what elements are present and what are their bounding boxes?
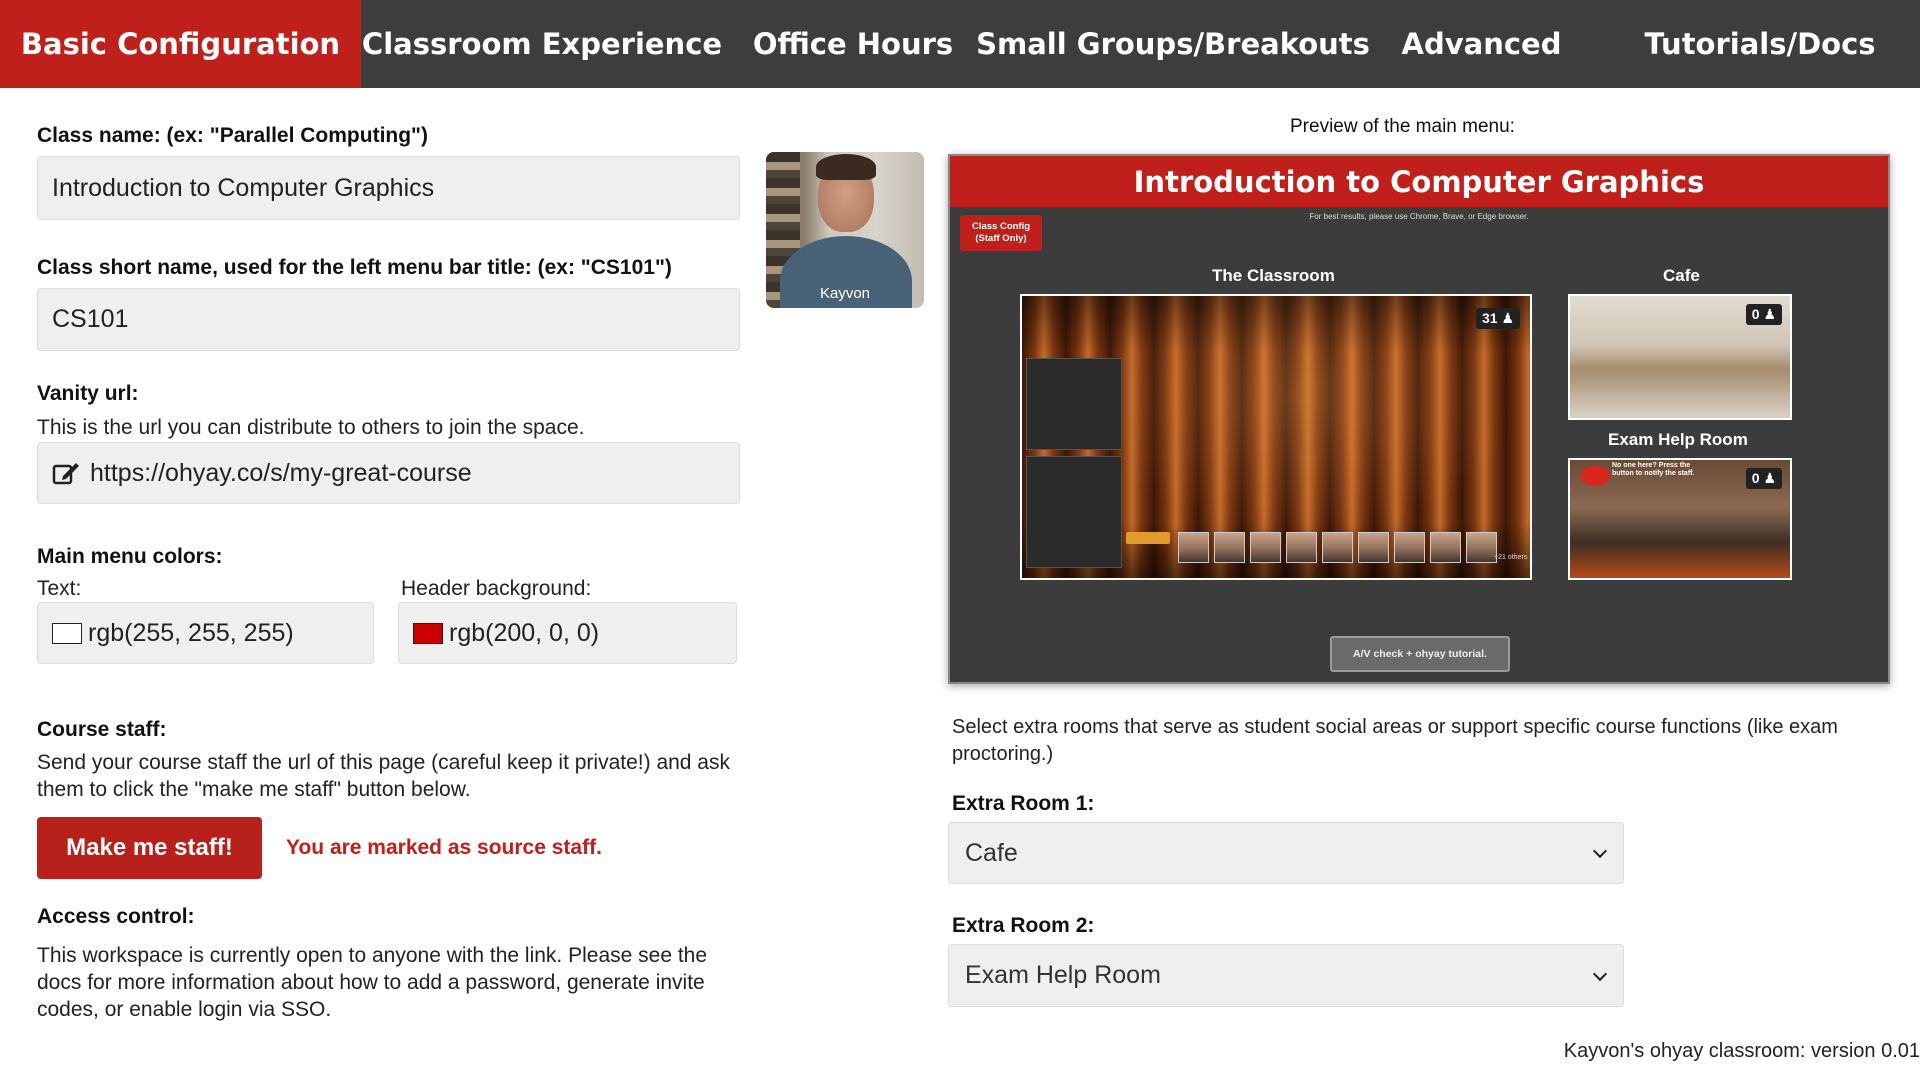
text-color-value: rgb(255, 255, 255)	[88, 618, 294, 647]
extra-room-1-label: Extra Room 1:	[952, 792, 1095, 815]
participant-thumb	[1466, 532, 1497, 563]
preview-exam-count: 0 ♟	[1745, 468, 1782, 489]
classroom-count-value: 31	[1481, 310, 1498, 326]
top-nav: Basic Configuration Classroom Experience…	[0, 0, 1920, 88]
vanity-url-label: Vanity url:	[37, 382, 139, 405]
course-staff-label: Course staff:	[37, 718, 167, 741]
extra-room-1-select[interactable]: Cafe	[948, 822, 1624, 884]
short-name-input[interactable]	[52, 305, 739, 334]
tab-classroom-experience[interactable]: Classroom Experience	[361, 0, 723, 88]
person-icon: ♟	[1763, 470, 1776, 486]
exam-count-value: 0	[1751, 470, 1760, 486]
person-icon: ♟	[1763, 306, 1776, 322]
preview-header: Introduction to Computer Graphics	[950, 156, 1888, 207]
hand-raise-chip	[1126, 532, 1170, 544]
extra-room-2-label: Extra Room 2:	[952, 914, 1095, 937]
cafe-count-value: 0	[1751, 306, 1760, 322]
preview-classroom-count: 31 ♟	[1475, 308, 1520, 329]
participant-thumb	[1322, 532, 1353, 563]
access-control-help: This workspace is currently open to anyo…	[37, 944, 708, 1021]
exam-room-note: No one here? Press the button to notify …	[1612, 462, 1695, 477]
vanity-url-field[interactable]	[37, 442, 740, 504]
preview-classroom: 31 ♟ +21 others	[1020, 294, 1532, 580]
make-me-staff-button[interactable]: Make me staff!	[37, 817, 262, 879]
preview-cafe-count: 0 ♟	[1745, 304, 1782, 325]
tab-advanced[interactable]: Advanced	[1363, 0, 1600, 88]
preview-exam-room: No one here? Press the button to notify …	[1568, 458, 1792, 580]
course-staff-help: Send your course staff the url of this p…	[37, 751, 730, 801]
chevron-down-icon	[1592, 843, 1608, 859]
webcam-video: Kayvon	[766, 152, 924, 308]
text-color-label: Text:	[37, 577, 82, 600]
vanity-url-help: This is the url you can distribute to ot…	[37, 416, 585, 439]
extra-rooms-help: Select extra rooms that serve as student…	[952, 716, 1838, 765]
preview-cafe: 0 ♟	[1568, 294, 1792, 420]
webcam-name: Kayvon	[819, 285, 871, 302]
extra-room-2-value: Exam Help Room	[965, 961, 1161, 989]
participant-thumb	[1250, 532, 1281, 563]
class-name-input[interactable]	[52, 173, 739, 203]
tab-tutorials-docs[interactable]: Tutorials/Docs	[1600, 0, 1920, 88]
participant-thumb	[1430, 532, 1461, 563]
call-button-icon	[1580, 466, 1610, 486]
vanity-url-input[interactable]	[90, 458, 739, 488]
person-hair	[816, 154, 876, 180]
participant-thumb	[1178, 532, 1209, 563]
access-control-label: Access control:	[37, 905, 195, 928]
short-name-field[interactable]	[37, 288, 740, 351]
extra-room-1-value: Cafe	[965, 838, 1018, 867]
header-bg-label: Header background:	[401, 577, 592, 600]
class-name-field[interactable]	[37, 156, 740, 220]
preview-cafe-title: Cafe	[1663, 266, 1700, 285]
preview-exam-title: Exam Help Room	[1608, 430, 1748, 449]
participant-thumb	[1214, 532, 1245, 563]
chevron-down-icon	[1592, 966, 1608, 981]
preview-side-panel-top	[1026, 358, 1122, 450]
header-bg-swatch[interactable]	[413, 622, 443, 644]
preview-config-button: Class Config (Staff Only)	[960, 215, 1042, 251]
tab-small-groups[interactable]: Small Groups/Breakouts	[976, 0, 1370, 88]
class-name-label: Class name: (ex: "Parallel Computing")	[37, 124, 429, 147]
tab-basic-configuration[interactable]: Basic Configuration	[0, 0, 361, 88]
tab-office-hours[interactable]: Office Hours	[723, 0, 983, 88]
participant-thumb	[1286, 532, 1317, 563]
participant-thumb	[1358, 532, 1389, 563]
preview-tutorial-button: A/V check + ohyay tutorial.	[1330, 636, 1510, 672]
main-menu-preview: Introduction to Computer Graphics For be…	[948, 154, 1890, 684]
preview-browser-note: For best results, please use Chrome, Bra…	[1309, 212, 1529, 221]
preview-classroom-title: The Classroom	[1212, 266, 1335, 285]
person-icon: ♟	[1501, 310, 1514, 326]
preview-side-panel-bottom	[1026, 456, 1122, 568]
edit-icon	[52, 460, 80, 486]
staff-status: You are marked as source staff.	[286, 836, 602, 859]
preview-title: Preview of the main menu:	[1290, 116, 1515, 137]
others-count: +21 others	[1494, 554, 1528, 561]
header-bg-value: rgb(200, 0, 0)	[449, 618, 600, 647]
header-bg-field[interactable]: rgb(200, 0, 0)	[398, 602, 737, 664]
text-color-field[interactable]: rgb(255, 255, 255)	[37, 602, 374, 664]
short-name-label: Class short name, used for the left menu…	[37, 256, 672, 279]
menu-colors-label: Main menu colors:	[37, 545, 223, 568]
participant-thumb	[1394, 532, 1425, 563]
extra-room-2-select[interactable]: Exam Help Room	[948, 944, 1624, 1007]
version-footer: Kayvon's ohyay classroom: version 0.01	[1563, 1040, 1920, 1062]
text-color-swatch[interactable]	[52, 622, 82, 644]
